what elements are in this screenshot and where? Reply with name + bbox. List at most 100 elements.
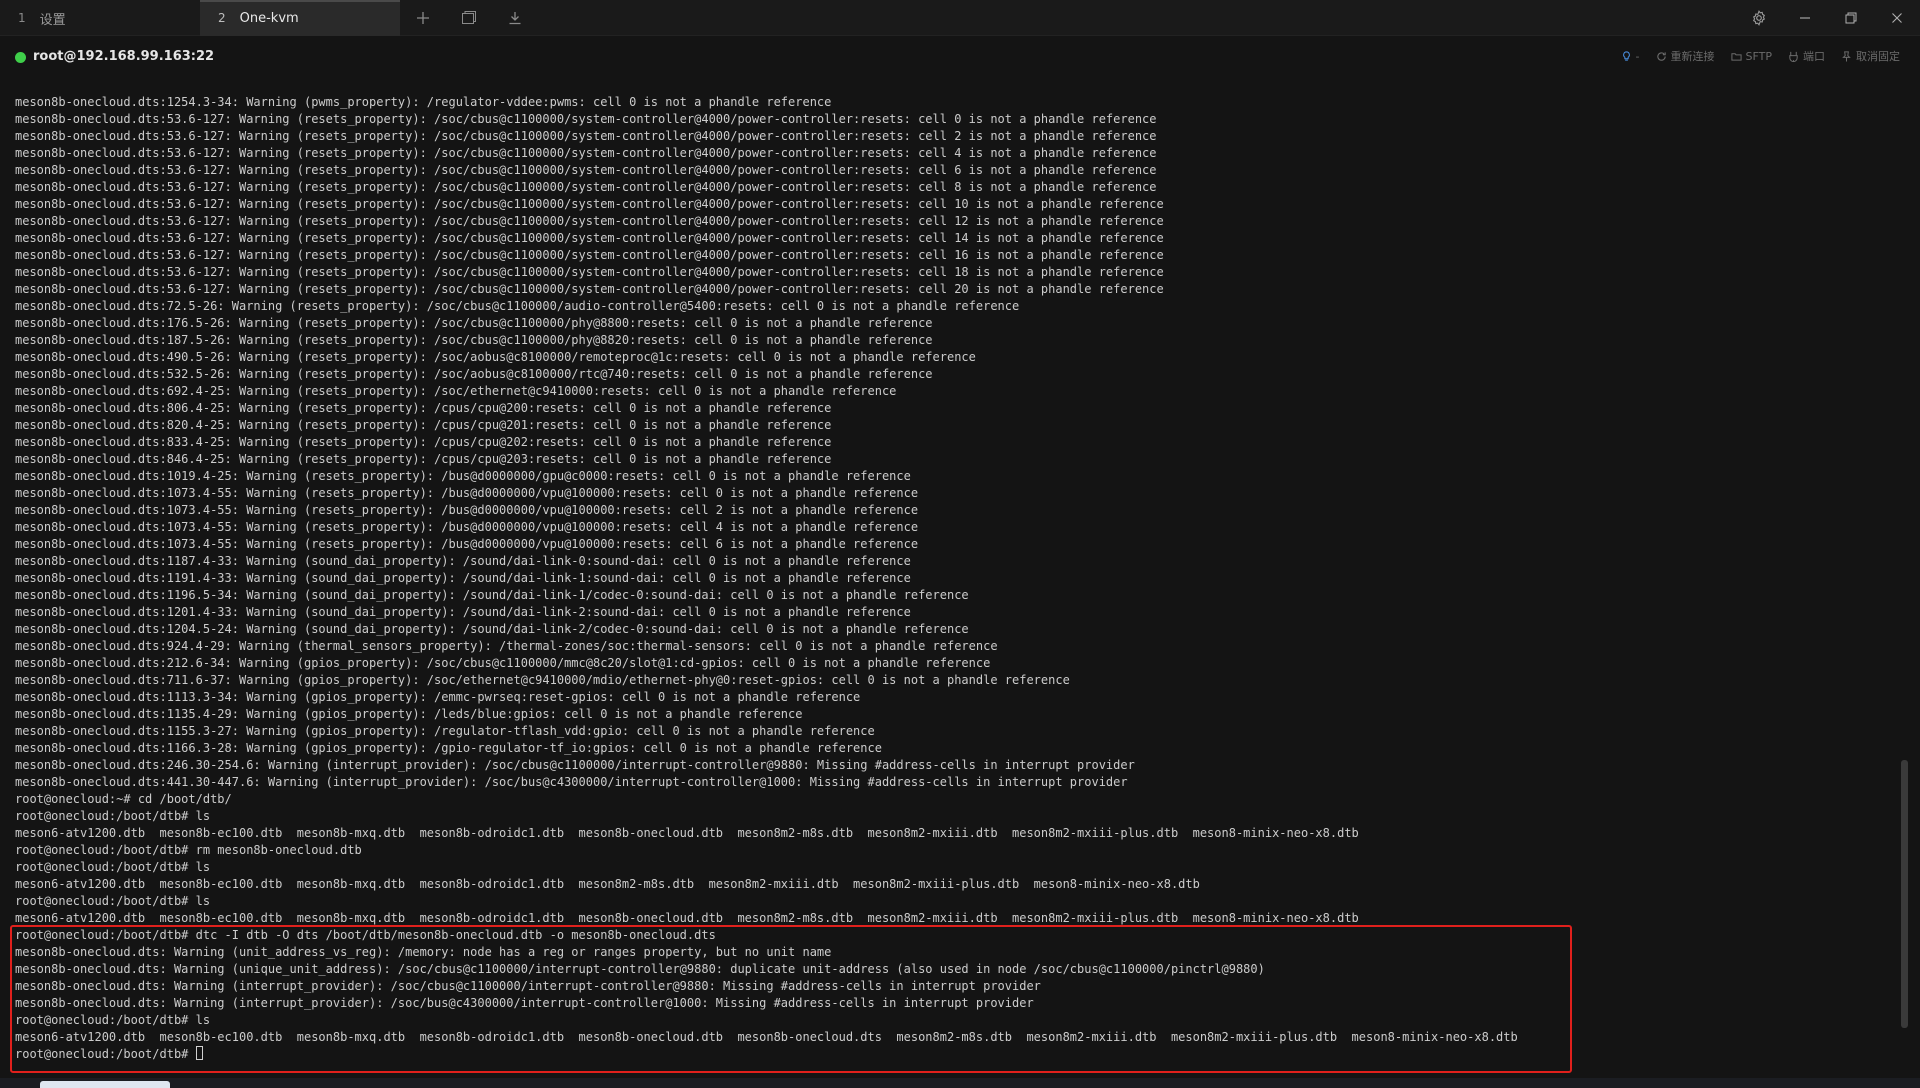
unpin-button[interactable]: 取消固定 — [1841, 48, 1900, 64]
close-icon — [1892, 13, 1902, 23]
terminal-line: root@onecloud:/boot/dtb# dtc -I dtb -O d… — [15, 928, 716, 942]
terminal-line: meson8b-onecloud.dts:53.6-127: Warning (… — [15, 231, 1164, 245]
terminal-line: root@onecloud:/boot/dtb# ls — [15, 860, 211, 874]
terminal-line: meson8b-onecloud.dts:711.6-37: Warning (… — [15, 673, 1070, 687]
session-host: root@192.168.99.163:22 — [33, 49, 215, 64]
connection-status-dot — [15, 52, 26, 63]
windows-icon — [462, 11, 476, 24]
unpin-label: 取消固定 — [1856, 50, 1900, 63]
tab-settings[interactable]: 1 设置 — [0, 0, 200, 36]
terminal-line: meson8b-onecloud.dts:246.30-254.6: Warni… — [15, 758, 1135, 772]
terminal-scrollbar[interactable] — [1901, 760, 1908, 1028]
terminal-line: meson8b-onecloud.dts:53.6-127: Warning (… — [15, 112, 1157, 126]
terminal-line: root@onecloud:/boot/dtb# ls — [15, 1013, 211, 1027]
terminal-line: meson8b-onecloud.dts:846.4-25: Warning (… — [15, 452, 832, 466]
terminal-line: meson8b-onecloud.dts:53.6-127: Warning (… — [15, 248, 1164, 262]
download-icon — [509, 12, 521, 25]
terminal-line: meson6-atv1200.dtb meson8b-ec100.dtb mes… — [15, 911, 1359, 925]
terminal-line: meson8b-onecloud.dts:1113.3-34: Warning … — [15, 690, 861, 704]
terminal-line: meson8b-onecloud.dts:1073.4-55: Warning … — [15, 520, 919, 534]
sftp-button[interactable]: SFTP — [1730, 49, 1772, 63]
port-icon — [1789, 51, 1798, 62]
tab-number: 2 — [218, 11, 226, 25]
terminal-line: meson8b-onecloud.dts:490.5-26: Warning (… — [15, 350, 976, 364]
terminal-line: meson8b-onecloud.dts:53.6-127: Warning (… — [15, 163, 1157, 177]
terminal-line: meson8b-onecloud.dts: Warning (unique_un… — [15, 962, 1265, 976]
minimize-icon — [1800, 17, 1810, 19]
sftp-label: SFTP — [1745, 49, 1772, 63]
bottom-strip-segment — [40, 1081, 170, 1088]
terminal-line: meson8b-onecloud.dts:1166.3-28: Warning … — [15, 741, 882, 755]
terminal-line: meson8b-onecloud.dts:833.4-25: Warning (… — [15, 435, 832, 449]
tab-label: 设置 — [39, 12, 66, 28]
terminal-line: meson8b-onecloud.dts:1155.3-27: Warning … — [15, 724, 875, 738]
terminal-line: meson8b-onecloud.dts:53.6-127: Warning (… — [15, 214, 1164, 228]
folder-icon — [1730, 52, 1742, 61]
terminal-line: meson8b-onecloud.dts:1019.4-25: Warning … — [15, 469, 911, 483]
new-tab-button[interactable] — [400, 0, 446, 36]
settings-button[interactable] — [1736, 0, 1782, 36]
terminal-line: meson8b-onecloud.dts:1254.3-34: Warning … — [15, 95, 832, 109]
terminal-line: meson8b-onecloud.dts:1204.5-24: Warning … — [15, 622, 969, 636]
terminal-line: meson8b-onecloud.dts:532.5-26: Warning (… — [15, 367, 933, 381]
minimize-button[interactable] — [1782, 0, 1828, 36]
terminal-output[interactable]: meson8b-onecloud.dts:1254.3-34: Warning … — [0, 94, 1890, 1066]
terminal-line: meson8b-onecloud.dts: Warning (interrupt… — [15, 979, 1041, 993]
tab-one-kvm[interactable]: 2 One-kvm — [200, 0, 400, 36]
terminal-line: meson8b-onecloud.dts:212.6-34: Warning (… — [15, 656, 991, 670]
tab-bar: 1 设置 2 One-kvm — [0, 0, 1920, 36]
plus-icon — [417, 12, 429, 24]
lightbulb-icon — [1622, 50, 1630, 61]
terminal-line: meson8b-onecloud.dts:53.6-127: Warning (… — [15, 197, 1164, 211]
terminal-line: meson8b-onecloud.dts:820.4-25: Warning (… — [15, 418, 832, 432]
terminal-line: meson8b-onecloud.dts:187.5-26: Warning (… — [15, 333, 933, 347]
restore-button[interactable] — [1828, 0, 1874, 36]
session-bar: root@192.168.99.163:22 - 重新连接 SFTP 端口 取消… — [0, 36, 1920, 78]
tab-number: 1 — [18, 11, 26, 25]
terminal-prompt: root@onecloud:/boot/dtb# — [15, 1047, 196, 1061]
pin-icon — [1842, 50, 1851, 62]
terminal-line: meson8b-onecloud.dts:1073.4-55: Warning … — [15, 537, 919, 551]
terminal-line: meson8b-onecloud.dts:1073.4-55: Warning … — [15, 503, 919, 517]
terminal-line: meson6-atv1200.dtb meson8b-ec100.dtb mes… — [15, 826, 1359, 840]
reconnect-label: 重新连接 — [1670, 50, 1715, 63]
terminal-line: meson8b-onecloud.dts:53.6-127: Warning (… — [15, 180, 1157, 194]
terminal-line: meson8b-onecloud.dts:1073.4-55: Warning … — [15, 486, 919, 500]
close-button[interactable] — [1874, 0, 1920, 36]
reconnect-button[interactable]: 重新连接 — [1656, 48, 1715, 64]
port-label: 端口 — [1803, 50, 1825, 63]
download-button[interactable] — [492, 0, 538, 36]
terminal-line: root@onecloud:/boot/dtb# ls — [15, 894, 211, 908]
terminal-line: meson8b-onecloud.dts:72.5-26: Warning (r… — [15, 299, 1020, 313]
hint-menu[interactable]: - — [1621, 50, 1640, 63]
terminal-cursor — [195, 1046, 203, 1060]
terminal-line: meson8b-onecloud.dts: Warning (unit_addr… — [15, 945, 832, 959]
terminal-line: meson6-atv1200.dtb meson8b-ec100.dtb mes… — [15, 1030, 1518, 1044]
tab-overview-button[interactable] — [446, 0, 492, 36]
terminal-line: root@onecloud:/boot/dtb# ls — [15, 809, 211, 823]
terminal-prompt-line[interactable]: root@onecloud:/boot/dtb# — [15, 1046, 1890, 1063]
terminal-line: meson8b-onecloud.dts:1196.5-34: Warning … — [15, 588, 969, 602]
session-actions: - 重新连接 SFTP 端口 取消固定 — [1621, 48, 1900, 64]
tab-label: One-kvm — [239, 10, 299, 26]
terminal-line: meson8b-onecloud.dts:441.30-447.6: Warni… — [15, 775, 1128, 789]
terminal-line: meson8b-onecloud.dts:53.6-127: Warning (… — [15, 265, 1164, 279]
terminal-line: meson8b-onecloud.dts:692.4-25: Warning (… — [15, 384, 897, 398]
terminal-line: meson8b-onecloud.dts:53.6-127: Warning (… — [15, 282, 1164, 296]
terminal-line: meson8b-onecloud.dts: Warning (interrupt… — [15, 996, 1034, 1010]
terminal-line: meson8b-onecloud.dts:176.5-26: Warning (… — [15, 316, 933, 330]
terminal-line: meson8b-onecloud.dts:1135.4-29: Warning … — [15, 707, 803, 721]
terminal-line: meson8b-onecloud.dts:1201.4-33: Warning … — [15, 605, 911, 619]
gear-icon — [1752, 10, 1766, 26]
terminal-line: root@onecloud:/boot/dtb# rm meson8b-onec… — [15, 843, 362, 857]
refresh-icon — [1656, 51, 1666, 61]
bottom-strip — [0, 1078, 1920, 1088]
terminal-line: meson8b-onecloud.dts:53.6-127: Warning (… — [15, 129, 1157, 143]
terminal-line: meson8b-onecloud.dts:1191.4-33: Warning … — [15, 571, 911, 585]
port-button[interactable]: 端口 — [1788, 48, 1825, 64]
terminal-line: root@onecloud:~# cd /boot/dtb/ — [15, 792, 232, 806]
terminal-line: meson8b-onecloud.dts:1187.4-33: Warning … — [15, 554, 911, 568]
terminal-line: meson6-atv1200.dtb meson8b-ec100.dtb mes… — [15, 877, 1200, 891]
hint-menu-suffix: - — [1635, 49, 1640, 63]
terminal-line: meson8b-onecloud.dts:924.4-29: Warning (… — [15, 639, 998, 653]
